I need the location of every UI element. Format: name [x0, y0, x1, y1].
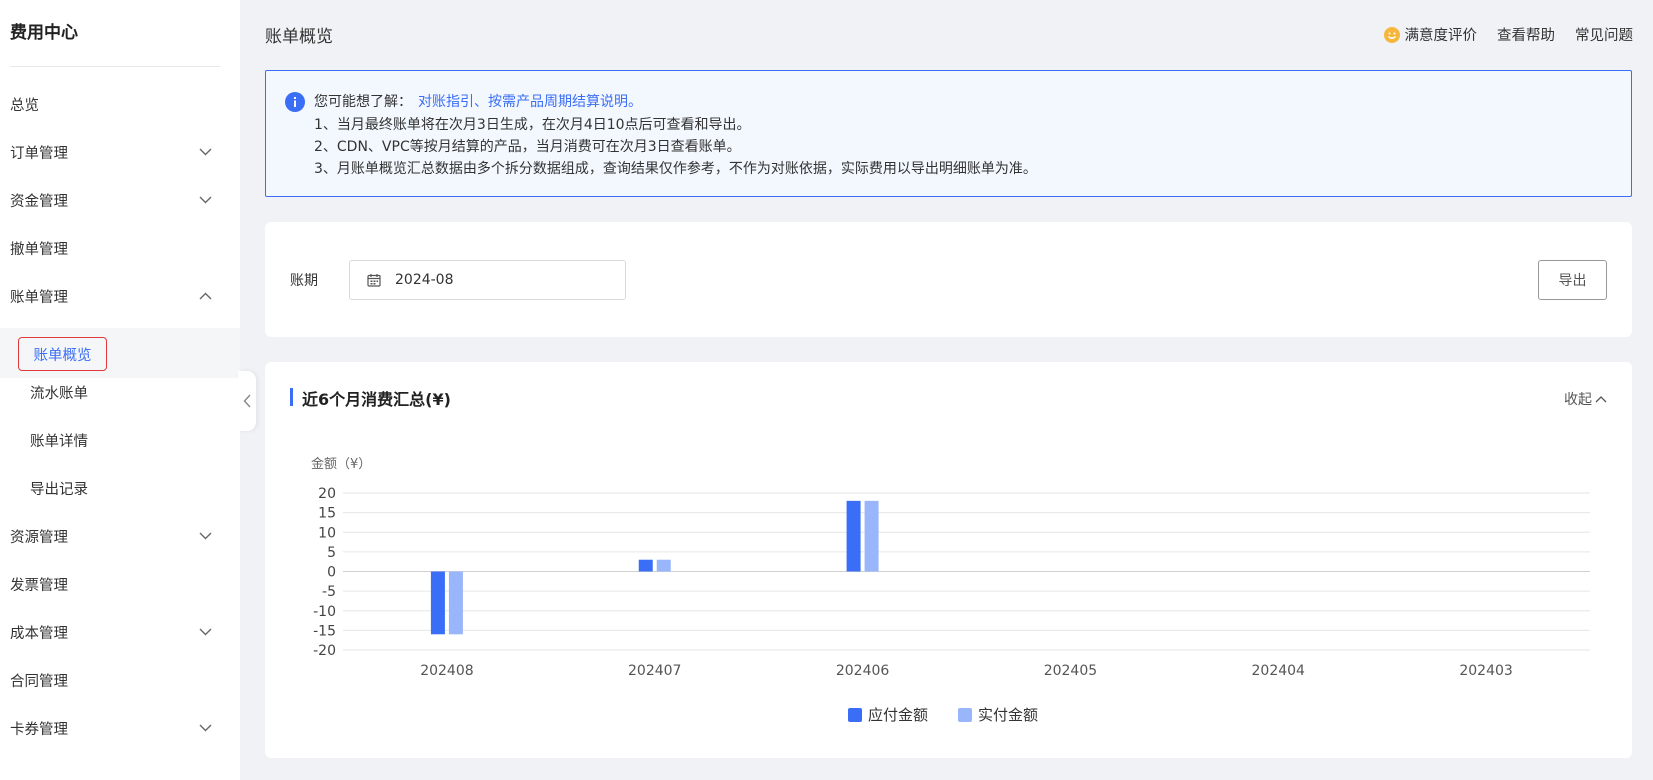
x-tick-label: 202408	[420, 663, 473, 679]
chevron-down-icon	[199, 532, 212, 540]
satisfaction-link[interactable]: 满意度评价	[1383, 24, 1478, 45]
x-tick-label: 202404	[1252, 663, 1306, 679]
y-tick-label: 0	[327, 565, 336, 581]
legend-swatch	[958, 708, 972, 722]
calendar-icon	[367, 274, 381, 287]
sidebar-subitem-label: 账单详情	[30, 433, 88, 450]
y-tick-label: -15	[313, 623, 336, 639]
sidebar-item-after-2[interactable]: 成本管理	[0, 608, 240, 656]
notice-banner: 您可能想了解： 对账指引、按需产品周期结算说明。 1、当月最终账单将在次月3日生成…	[265, 70, 1632, 197]
legend-label: 应付金额	[868, 706, 928, 724]
x-tick-label: 202403	[1459, 663, 1512, 679]
filter-card: 账期 2024-08 导出	[265, 222, 1632, 337]
sidebar-subitem-0[interactable]: 流水账单	[0, 368, 240, 416]
sidebar-collapse-handle[interactable]	[238, 371, 256, 431]
sidebar-subitem-1[interactable]: 账单详情	[0, 416, 240, 464]
period-label: 账期	[290, 273, 318, 289]
sidebar-item-label: 资源管理	[10, 529, 68, 546]
smiley-icon	[1383, 26, 1400, 43]
y-tick-label: 15	[318, 506, 336, 522]
bar-实付金额-202407	[656, 559, 671, 572]
sidebar-item-0[interactable]: 总览	[0, 80, 240, 128]
sidebar-item-label: 订单管理	[10, 145, 68, 162]
sidebar: 费用中心 总览订单管理资金管理撤单管理账单管理账单概览流水账单账单详情导出记录资…	[0, 0, 240, 780]
reconciliation-guide-link[interactable]: 对账指引、按需产品周期结算说明。	[418, 94, 642, 110]
sidebar-item-after-1[interactable]: 发票管理	[0, 560, 240, 608]
sidebar-item-1[interactable]: 订单管理	[0, 128, 240, 176]
notice-lead-text: 您可能想了解：	[314, 94, 412, 110]
period-date-picker[interactable]: 2024-08	[349, 260, 626, 300]
sidebar-item-3[interactable]: 撤单管理	[0, 224, 240, 272]
bar-实付金额-202408	[448, 571, 463, 635]
chevron-up-icon	[199, 292, 212, 300]
chevron-down-icon	[199, 724, 212, 732]
sidebar-subitem-bill-overview[interactable]: 账单概览	[18, 337, 107, 371]
bar-应付金额-202408	[430, 571, 445, 635]
sidebar-item-label: 总览	[10, 97, 39, 114]
y-tick-label: 20	[318, 486, 336, 502]
bar-实付金额-202406	[864, 500, 879, 572]
sidebar-subitem-label: 流水账单	[30, 385, 88, 402]
sidebar-item-label: 合同管理	[10, 673, 68, 690]
notice-line-2: 2、CDN、VPC等按月结算的产品，当月消费可在次月3日查看账单。	[314, 139, 741, 155]
sidebar-subitem-2[interactable]: 导出记录	[0, 464, 240, 512]
satisfaction-label: 满意度评价	[1404, 28, 1478, 44]
sidebar-item-label: 资金管理	[10, 193, 68, 210]
legend-swatch	[848, 708, 862, 722]
info-icon	[285, 92, 305, 112]
sidebar-item-2[interactable]: 资金管理	[0, 176, 240, 224]
chevron-down-icon	[199, 628, 212, 636]
sidebar-title: 费用中心	[10, 23, 78, 43]
help-link[interactable]: 查看帮助	[1497, 24, 1555, 45]
bar-chart: 金额（¥） 20 15 10 5 0 -5 -10 -15 -20 202408 202407 2024…	[311, 456, 1590, 724]
chevron-down-icon	[199, 148, 212, 156]
export-button[interactable]: 导出	[1538, 260, 1607, 300]
notice-lead: 您可能想了解： 对账指引、按需产品周期结算说明。	[314, 91, 642, 111]
legend-label: 实付金额	[978, 706, 1038, 724]
top-links: 满意度评价 查看帮助 常见问题	[1383, 24, 1633, 45]
chevron-down-icon	[199, 196, 212, 204]
page-title: 账单概览	[265, 27, 333, 47]
x-tick-label: 202405	[1044, 663, 1097, 679]
sidebar-divider	[10, 66, 220, 67]
notice-line-3: 3、月账单概览汇总数据由多个拆分数据组成，查询结果仅作参考，不作为对账依据，实际…	[314, 161, 1037, 177]
sidebar-item-after-0[interactable]: 资源管理	[0, 512, 240, 560]
sidebar-item-label: 撤单管理	[10, 241, 68, 258]
sidebar-item-label: 成本管理	[10, 625, 68, 642]
y-tick-label: -20	[313, 643, 336, 659]
bar-应付金额-202407	[638, 559, 653, 572]
sidebar-item-label: 卡券管理	[10, 721, 68, 738]
y-tick-label: 5	[327, 545, 336, 561]
chevron-left-icon	[243, 394, 251, 408]
y-tick-label: -5	[322, 584, 336, 600]
bar-应付金额-202406	[846, 500, 861, 572]
y-axis-label: 金额（¥）	[311, 456, 371, 472]
sidebar-item-after-4[interactable]: 卡券管理	[0, 704, 240, 752]
x-tick-label: 202406	[836, 663, 890, 679]
sidebar-item-label: 发票管理	[10, 577, 68, 594]
faq-link[interactable]: 常见问题	[1575, 24, 1633, 45]
period-value: 2024-08	[395, 272, 454, 288]
sidebar-item-after-3[interactable]: 合同管理	[0, 656, 240, 704]
y-tick-label: 10	[318, 525, 336, 541]
sidebar-item-4[interactable]: 账单管理	[0, 272, 240, 320]
notice-line-1: 1、当月最终账单将在次月3日生成，在次月4日10点后可查看和导出。	[314, 117, 751, 133]
y-tick-label: -10	[313, 604, 336, 620]
sidebar-subitem-label: 导出记录	[30, 481, 88, 498]
chart-card: 近6个月消费汇总(¥) 收起 金额（¥） 20 15 10 5 0 -5 -10 -15 -20 2…	[265, 362, 1632, 758]
sidebar-item-label: 账单管理	[10, 289, 68, 306]
x-tick-label: 202407	[628, 663, 681, 679]
